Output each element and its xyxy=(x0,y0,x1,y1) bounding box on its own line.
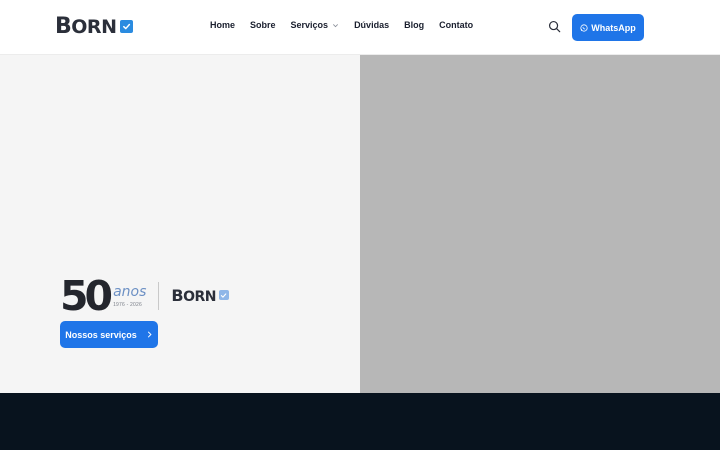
site-logo[interactable]: BORN xyxy=(55,14,134,39)
hero-logo: BORN xyxy=(171,288,229,304)
check-badge-icon xyxy=(120,19,134,33)
cta-label: Nossos serviços xyxy=(65,329,137,340)
chevron-down-icon xyxy=(333,23,339,27)
logo-wordmark: BORN xyxy=(55,14,117,39)
site-header: BORN Home Sobre Serviços Dúvidas Blog Co… xyxy=(0,0,720,55)
anniversary-number: 50 xyxy=(60,271,113,320)
hero-image-placeholder xyxy=(360,55,720,393)
whatsapp-label: WhatsApp xyxy=(591,22,636,33)
nav-home[interactable]: Home xyxy=(210,20,235,30)
anniversary-word: anos xyxy=(113,283,147,300)
main-nav: Home Sobre Serviços Dúvidas Blog Contato xyxy=(210,20,488,30)
nav-duvidas[interactable]: Dúvidas xyxy=(354,20,389,30)
hero-logo-wordmark: BORN xyxy=(171,286,216,305)
check-badge-icon xyxy=(218,290,229,300)
nav-contato[interactable]: Contato xyxy=(439,20,473,30)
anniversary-years: 1976 - 2026 xyxy=(113,301,142,308)
nav-servicos[interactable]: Serviços xyxy=(291,20,340,30)
nossos-servicos-button[interactable]: Nossos serviços xyxy=(60,321,158,348)
search-icon[interactable] xyxy=(548,20,561,33)
nav-blog[interactable]: Blog xyxy=(404,20,424,30)
dark-section xyxy=(0,393,720,450)
whatsapp-icon xyxy=(580,23,588,32)
anniversary-badge: 50 anos 1976 - 2026 BORN xyxy=(60,271,229,320)
whatsapp-button[interactable]: WhatsApp xyxy=(572,14,644,41)
nav-sobre[interactable]: Sobre xyxy=(250,20,276,30)
hero-left-panel xyxy=(0,55,360,393)
anniversary-text: anos 1976 - 2026 xyxy=(113,278,146,314)
chevron-right-icon xyxy=(147,331,152,338)
badge-divider xyxy=(158,282,160,310)
